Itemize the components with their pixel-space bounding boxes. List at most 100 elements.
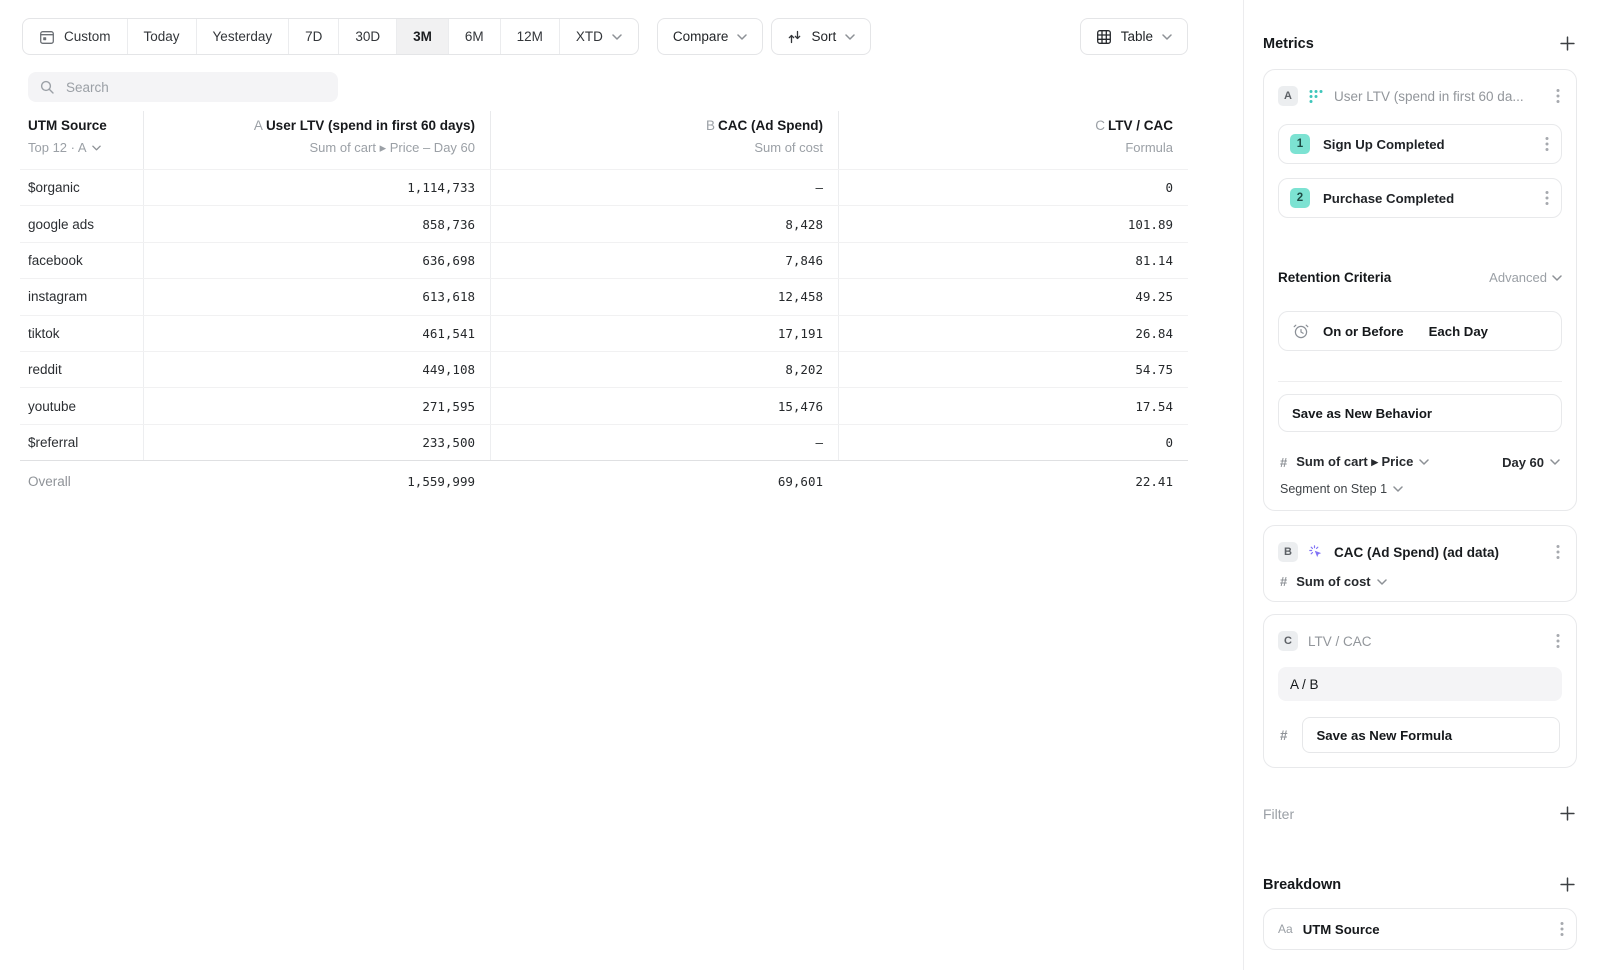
metric-a-menu-button[interactable] — [1554, 86, 1562, 106]
date-range-30d[interactable]: 30D — [339, 19, 397, 54]
metric-letter-badge: B — [1278, 542, 1298, 562]
row-dimension-subtitle[interactable]: Top 12 · A — [28, 140, 128, 155]
step-row-purchase[interactable]: 2 Purchase Completed — [1278, 178, 1562, 218]
metric-a-header[interactable]: A User LTV (spend in first 60 da... — [1278, 82, 1562, 110]
plus-icon — [1560, 806, 1575, 821]
table-row[interactable]: google ads 858,736 8,428 101.89 — [20, 205, 1188, 241]
overall-label: Overall — [20, 461, 143, 501]
date-range-custom[interactable]: Custom — [23, 19, 128, 54]
table-row[interactable]: $referral 233,500 – 0 — [20, 424, 1188, 460]
row-ltv-value: 1,114,733 — [407, 180, 475, 195]
kebab-icon — [1560, 921, 1564, 937]
compare-button[interactable]: Compare — [657, 18, 764, 55]
table-row[interactable]: $organic 1,114,733 – 0 — [20, 169, 1188, 205]
chevron-down-icon — [92, 145, 101, 151]
column-header-metric-c[interactable]: CLTV / CAC Formula — [838, 111, 1188, 169]
metric-c-menu-button[interactable] — [1554, 631, 1562, 651]
metric-b-menu-button[interactable] — [1554, 542, 1562, 562]
window-dropdown[interactable]: Day 60 — [1502, 455, 1560, 470]
kebab-icon — [1545, 136, 1549, 152]
date-range-xtd[interactable]: XTD — [560, 19, 638, 54]
divider — [1278, 381, 1562, 382]
formula-input[interactable]: A / B — [1278, 667, 1562, 701]
date-range-12m[interactable]: 12M — [501, 19, 560, 54]
add-filter-button[interactable] — [1558, 804, 1577, 823]
add-metric-button[interactable] — [1558, 34, 1577, 53]
sort-button[interactable]: Sort — [771, 18, 871, 55]
row-cac-value: 8,428 — [785, 217, 823, 232]
row-ratio-value: 49.25 — [1135, 289, 1173, 304]
row-label: youtube — [20, 388, 143, 423]
date-range-6m[interactable]: 6M — [449, 19, 501, 54]
chevron-down-icon — [1419, 459, 1429, 465]
date-range-yesterday[interactable]: Yesterday — [197, 19, 290, 54]
save-behavior-button[interactable]: Save as New Behavior — [1278, 394, 1562, 432]
save-formula-label: Save as New Formula — [1317, 728, 1453, 743]
retention-criteria-title: Retention Criteria — [1278, 270, 1391, 285]
metric-b-header[interactable]: B CAC (Ad Spend) (ad data) — [1278, 538, 1562, 566]
row-ratio-value: 54.75 — [1135, 362, 1173, 377]
row-cac-value: 15,476 — [778, 399, 823, 414]
chevron-down-icon — [612, 34, 622, 40]
row-cac-value: 7,846 — [785, 253, 823, 268]
filter-section-header: Filter — [1263, 804, 1577, 823]
date-range-7d[interactable]: 7D — [289, 19, 339, 54]
column-subtitle: Sum of cost — [491, 140, 823, 155]
retention-criteria-row[interactable]: On or Before Each Day — [1278, 311, 1562, 351]
breakdown-title: Breakdown — [1263, 877, 1341, 893]
add-breakdown-button[interactable] — [1558, 875, 1577, 894]
column-title: LTV / CAC — [1108, 118, 1173, 133]
formula-value: A / B — [1290, 677, 1319, 692]
row-ratio-value: 17.54 — [1135, 399, 1173, 414]
table-row[interactable]: reddit 449,108 8,202 54.75 — [20, 351, 1188, 387]
column-header-metric-a[interactable]: AUser LTV (spend in first 60 days) Sum o… — [143, 111, 490, 169]
view-selector-button[interactable]: Table — [1080, 18, 1188, 55]
row-label: tiktok — [20, 316, 143, 351]
table-row[interactable]: instagram 613,618 12,458 49.25 — [20, 278, 1188, 314]
criteria-value: Each Day — [1429, 324, 1488, 339]
step-menu-button[interactable] — [1543, 134, 1551, 154]
row-ltv-value: 233,500 — [422, 435, 475, 450]
table-row[interactable]: facebook 636,698 7,846 81.14 — [20, 242, 1188, 278]
search-input[interactable] — [64, 79, 326, 96]
plus-icon — [1560, 36, 1575, 51]
breakdown-menu-button[interactable] — [1558, 919, 1566, 939]
table-row[interactable]: tiktok 461,541 17,191 26.84 — [20, 315, 1188, 351]
row-ratio-value: 26.84 — [1135, 326, 1173, 341]
chevron-down-icon — [1162, 34, 1172, 40]
toolbar: Custom Today Yesterday 7D 30D 3M 6M 12M … — [22, 18, 1188, 55]
column-header-metric-b[interactable]: BCAC (Ad Spend) Sum of cost — [490, 111, 838, 169]
chevron-down-icon — [737, 34, 747, 40]
alarm-clock-icon — [1292, 322, 1310, 340]
results-table: UTM Source Top 12 · A AUser LTV (spend i… — [20, 111, 1188, 501]
retention-mode-dropdown[interactable]: Advanced — [1489, 270, 1562, 285]
aggregation-dropdown[interactable]: Sum of cost — [1296, 574, 1386, 589]
row-label: facebook — [20, 243, 143, 278]
main-panel: Custom Today Yesterday 7D 30D 3M 6M 12M … — [0, 0, 1243, 970]
save-formula-button[interactable]: Save as New Formula — [1302, 717, 1560, 753]
breakdown-item-utm-source[interactable]: Aa UTM Source — [1263, 908, 1577, 950]
table-header-row: UTM Source Top 12 · A AUser LTV (spend i… — [20, 111, 1188, 169]
metric-c-header[interactable]: C LTV / CAC — [1278, 627, 1562, 655]
step-number-badge: 2 — [1290, 188, 1310, 208]
chevron-down-icon — [1552, 275, 1562, 281]
metric-b-title: CAC (Ad Spend) (ad data) — [1334, 545, 1544, 560]
kebab-icon — [1556, 633, 1560, 649]
kebab-icon — [1556, 544, 1560, 560]
step-row-sign-up[interactable]: 1 Sign Up Completed — [1278, 124, 1562, 164]
date-range-3m-selected[interactable]: 3M — [397, 19, 449, 54]
aggregation-dropdown[interactable]: Sum of cart ▸ Price — [1296, 454, 1429, 470]
segment-dropdown[interactable]: Segment on Step 1 — [1278, 482, 1562, 496]
breakdown-section-header: Breakdown — [1263, 875, 1577, 894]
date-range-label: 30D — [355, 29, 380, 44]
column-title: User LTV (spend in first 60 days) — [266, 118, 475, 133]
overall-ratio-value: 22.41 — [1135, 474, 1173, 489]
column-letter: B — [706, 118, 715, 133]
behavioral-metric-icon — [1308, 88, 1324, 104]
step-menu-button[interactable] — [1543, 188, 1551, 208]
table-row[interactable]: youtube 271,595 15,476 17.54 — [20, 387, 1188, 423]
row-ratio-value: 0 — [1165, 435, 1173, 450]
config-sidebar: Metrics A User LTV (spend in first 60 da… — [1243, 0, 1600, 970]
date-range-today[interactable]: Today — [128, 19, 197, 54]
row-label: reddit — [20, 352, 143, 387]
